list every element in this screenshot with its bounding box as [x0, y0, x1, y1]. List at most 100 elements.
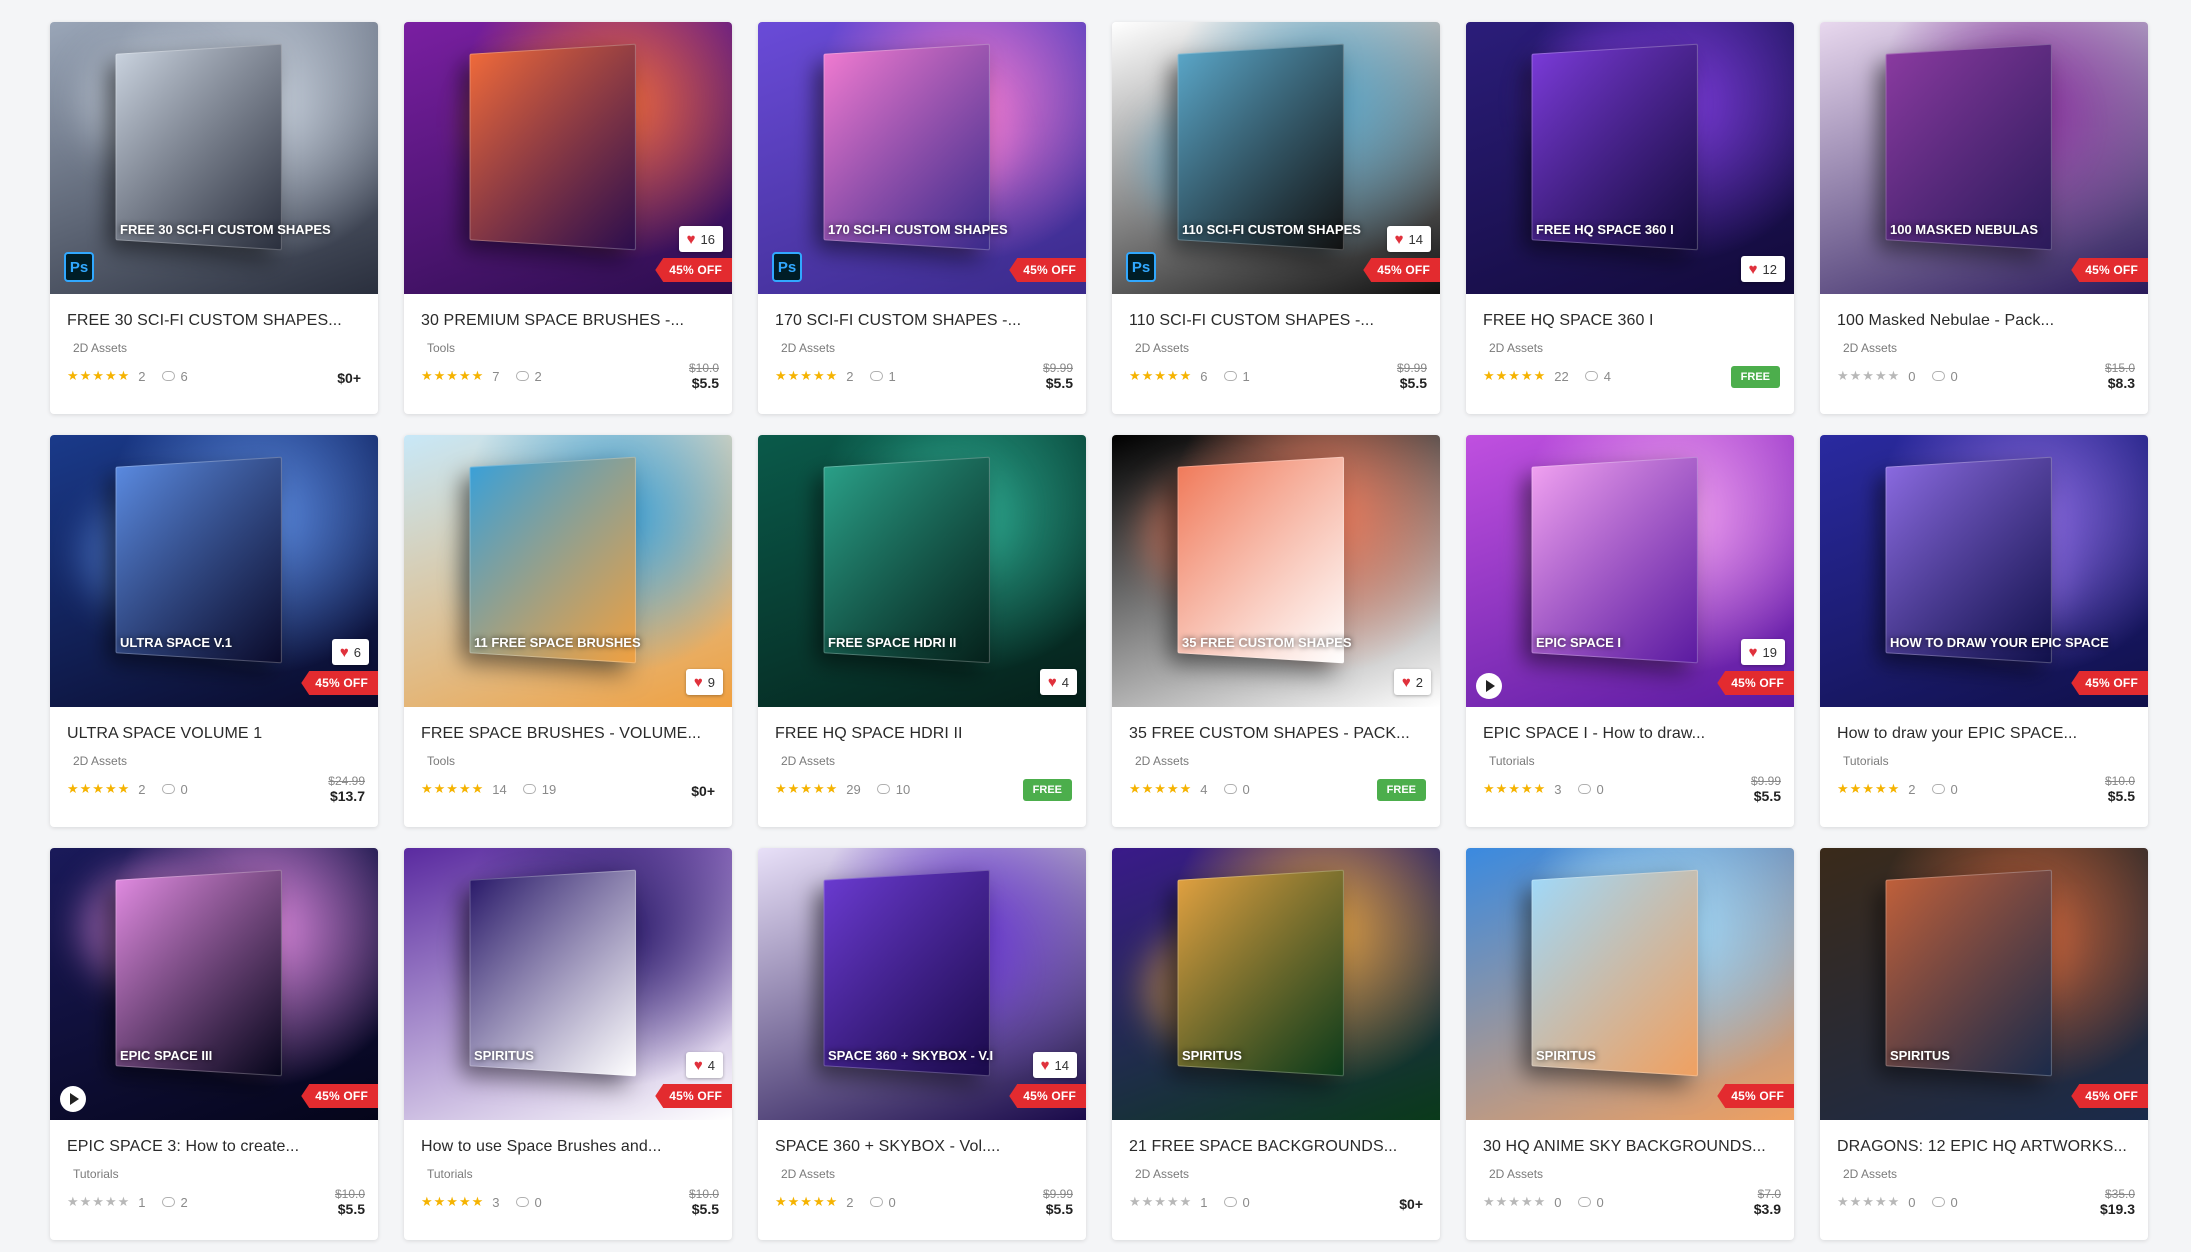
discount-badge: 45% OFF — [1009, 1084, 1086, 1108]
comment-icon — [1223, 784, 1237, 794]
product-category[interactable]: Tools — [427, 754, 455, 768]
like-button[interactable]: ♥ 6 — [331, 639, 369, 665]
product-title[interactable]: SPACE 360 + SKYBOX - Vol.... — [775, 1138, 1000, 1156]
product-category[interactable]: 2D Assets — [1843, 1167, 1897, 1181]
product-card[interactable]: 100 MASKED NEBULAS 45% OFF 100 Masked Nebu… — [1820, 22, 2148, 414]
product-thumbnail[interactable]: FREE 30 SCI-FI CUSTOM SHAPES Ps — [50, 22, 378, 294]
product-category[interactable]: Tools — [427, 341, 455, 355]
product-title[interactable]: 30 PREMIUM SPACE BRUSHES -... — [421, 312, 684, 330]
product-title[interactable]: FREE SPACE BRUSHES - VOLUME... — [421, 725, 701, 743]
like-button[interactable]: ♥ 12 — [1740, 256, 1785, 282]
product-card[interactable]: EPIC SPACE III 45% OFF EPIC SPACE 3: How t… — [50, 848, 378, 1240]
product-category[interactable]: Tutorials — [1489, 754, 1535, 768]
product-title[interactable]: How to use Space Brushes and... — [421, 1138, 662, 1156]
product-thumbnail[interactable]: 110 SCI-FI CUSTOM SHAPES Ps ♥ 14 45% OFF — [1112, 22, 1440, 294]
product-title[interactable]: FREE 30 SCI-FI CUSTOM SHAPES... — [67, 312, 342, 330]
product-title[interactable]: 35 FREE CUSTOM SHAPES - PACK... — [1129, 725, 1410, 743]
like-button[interactable]: ♥ 16 — [678, 226, 723, 252]
product-category[interactable]: 2D Assets — [1135, 1167, 1189, 1181]
product-thumbnail[interactable]: 170 SCI-FI CUSTOM SHAPES Ps 45% OFF — [758, 22, 1086, 294]
play-icon[interactable] — [1476, 673, 1502, 699]
product-card[interactable]: 11 FREE SPACE BRUSHES ♥ 9 FREE SPACE BRUSHE… — [404, 435, 732, 827]
product-thumbnail[interactable]: SPIRITUS — [1112, 848, 1440, 1120]
product-category[interactable]: 2D Assets — [1489, 1167, 1543, 1181]
product-title[interactable]: ULTRA SPACE VOLUME 1 — [67, 725, 262, 743]
product-card[interactable]: SPIRITUS 45% OFF 30 HQ ANIME SKY BACKGROUN… — [1466, 848, 1794, 1240]
product-title[interactable]: 170 SCI-FI CUSTOM SHAPES -... — [775, 312, 1021, 330]
rating-count: 14 — [492, 781, 507, 797]
like-button[interactable]: ♥ 2 — [1393, 669, 1431, 695]
product-title[interactable]: EPIC SPACE I - How to draw... — [1483, 725, 1705, 743]
product-card[interactable]: FREE 30 SCI-FI CUSTOM SHAPES Ps FREE 30 SC… — [50, 22, 378, 414]
product-thumbnail[interactable]: EPIC SPACE III 45% OFF — [50, 848, 378, 1120]
product-card[interactable]: FREE HQ SPACE 360 I ♥ 12 FREE HQ SPACE 360 … — [1466, 22, 1794, 414]
product-title[interactable]: 100 Masked Nebulae - Pack... — [1837, 312, 2054, 330]
product-category[interactable]: 2D Assets — [73, 754, 127, 768]
pay-what-you-want-price: $0+ — [1399, 1196, 1423, 1212]
discount-badge: 45% OFF — [301, 671, 378, 695]
product-thumbnail[interactable]: 100 MASKED NEBULAS 45% OFF — [1820, 22, 2148, 294]
product-title[interactable]: 21 FREE SPACE BACKGROUNDS... — [1129, 1138, 1397, 1156]
product-card[interactable]: 35 FREE CUSTOM SHAPES ♥ 2 35 FREE CUSTOM SH… — [1112, 435, 1440, 827]
product-card[interactable]: ♥ 16 45% OFF 30 PREMIUM SPACE BRUSHES -... T… — [404, 22, 732, 414]
product-title[interactable]: FREE HQ SPACE 360 I — [1483, 312, 1654, 330]
like-button[interactable]: ♥ 9 — [685, 669, 723, 695]
rating-stars: ★★★★★ — [1483, 368, 1547, 383]
product-card[interactable]: SPIRITUS 45% OFF DRAGONS: 12 EPIC HQ ARTWO… — [1820, 848, 2148, 1240]
product-thumbnail[interactable]: ULTRA SPACE V.1 ♥ 6 45% OFF — [50, 435, 378, 707]
product-category[interactable]: 2D Assets — [1135, 754, 1189, 768]
product-thumbnail[interactable]: SPACE 360 + SKYBOX - V.I ♥ 14 45% OFF — [758, 848, 1086, 1120]
product-category[interactable]: Tutorials — [427, 1167, 473, 1181]
like-button[interactable]: ♥ 19 — [1740, 639, 1785, 665]
product-category[interactable]: Tutorials — [73, 1167, 119, 1181]
product-stats: ★★★★★ 0 0 — [1837, 368, 1958, 384]
product-thumbnail[interactable]: HOW TO DRAW YOUR EPIC SPACE 45% OFF — [1820, 435, 2148, 707]
product-category[interactable]: 2D Assets — [73, 341, 127, 355]
like-count: 2 — [1415, 674, 1423, 690]
product-title[interactable]: 30 HQ ANIME SKY BACKGROUNDS... — [1483, 1138, 1766, 1156]
product-card[interactable]: HOW TO DRAW YOUR EPIC SPACE 45% OFF How to… — [1820, 435, 2148, 827]
rating-stars: ★★★★★ — [775, 1194, 839, 1209]
like-button[interactable]: ♥ 4 — [1039, 669, 1077, 695]
rating-stars: ★★★★★ — [1483, 1194, 1547, 1209]
product-thumbnail[interactable]: FREE SPACE HDRI II ♥ 4 — [758, 435, 1086, 707]
product-card[interactable]: 110 SCI-FI CUSTOM SHAPES Ps ♥ 14 45% OFF 110 … — [1112, 22, 1440, 414]
product-category[interactable]: 2D Assets — [781, 341, 835, 355]
play-icon[interactable] — [60, 1086, 86, 1112]
product-thumbnail[interactable]: SPIRITUS ♥ 4 45% OFF — [404, 848, 732, 1120]
product-title[interactable]: EPIC SPACE 3: How to create... — [67, 1138, 299, 1156]
product-title[interactable]: 110 SCI-FI CUSTOM SHAPES -... — [1129, 312, 1374, 330]
product-category[interactable]: 2D Assets — [1843, 341, 1897, 355]
product-category[interactable]: 2D Assets — [781, 1167, 835, 1181]
product-title[interactable]: How to draw your EPIC SPACE... — [1837, 725, 2077, 743]
product-thumbnail[interactable]: 11 FREE SPACE BRUSHES ♥ 9 — [404, 435, 732, 707]
product-info: 110 SCI-FI CUSTOM SHAPES -... 2D Assets ★★… — [1112, 294, 1440, 414]
product-category[interactable]: 2D Assets — [1135, 341, 1189, 355]
sale-price: $8.3 — [2107, 375, 2135, 391]
product-thumbnail[interactable]: FREE HQ SPACE 360 I ♥ 12 — [1466, 22, 1794, 294]
product-card[interactable]: ULTRA SPACE V.1 ♥ 6 45% OFF ULTRA SPACE VOLU… — [50, 435, 378, 827]
product-card[interactable]: FREE SPACE HDRI II ♥ 4 FREE HQ SPACE HDRI I… — [758, 435, 1086, 827]
product-thumbnail[interactable]: 35 FREE CUSTOM SHAPES ♥ 2 — [1112, 435, 1440, 707]
like-button[interactable]: ♥ 14 — [1386, 226, 1431, 252]
product-category[interactable]: 2D Assets — [1489, 341, 1543, 355]
thumbnail-caption: FREE 30 SCI-FI CUSTOM SHAPES — [120, 222, 331, 237]
product-thumbnail[interactable]: SPIRITUS 45% OFF — [1820, 848, 2148, 1120]
product-thumbnail[interactable]: ♥ 16 45% OFF — [404, 22, 732, 294]
product-category[interactable]: 2D Assets — [781, 754, 835, 768]
product-card[interactable]: SPIRITUS 21 FREE SPACE BACKGROUNDS... 2D A… — [1112, 848, 1440, 1240]
product-thumbnail[interactable]: SPIRITUS 45% OFF — [1466, 848, 1794, 1120]
sale-price: $3.9 — [1753, 1201, 1781, 1217]
product-category[interactable]: Tutorials — [1843, 754, 1889, 768]
product-title[interactable]: DRAGONS: 12 EPIC HQ ARTWORKS... — [1837, 1138, 2127, 1156]
product-card[interactable]: 170 SCI-FI CUSTOM SHAPES Ps 45% OFF 170 SCI… — [758, 22, 1086, 414]
product-card[interactable]: SPACE 360 + SKYBOX - V.I ♥ 14 45% OFF SPACE … — [758, 848, 1086, 1240]
like-count: 4 — [1061, 674, 1069, 690]
product-title[interactable]: FREE HQ SPACE HDRI II — [775, 725, 963, 743]
product-thumbnail[interactable]: EPIC SPACE I ♥ 19 45% OFF — [1466, 435, 1794, 707]
product-card[interactable]: SPIRITUS ♥ 4 45% OFF How to use Space Brushe… — [404, 848, 732, 1240]
product-card[interactable]: EPIC SPACE I ♥ 19 45% OFF EPIC SPACE I - How… — [1466, 435, 1794, 827]
thumbnail-caption: SPIRITUS — [1182, 1048, 1242, 1063]
like-button[interactable]: ♥ 4 — [685, 1052, 723, 1078]
like-button[interactable]: ♥ 14 — [1032, 1052, 1077, 1078]
